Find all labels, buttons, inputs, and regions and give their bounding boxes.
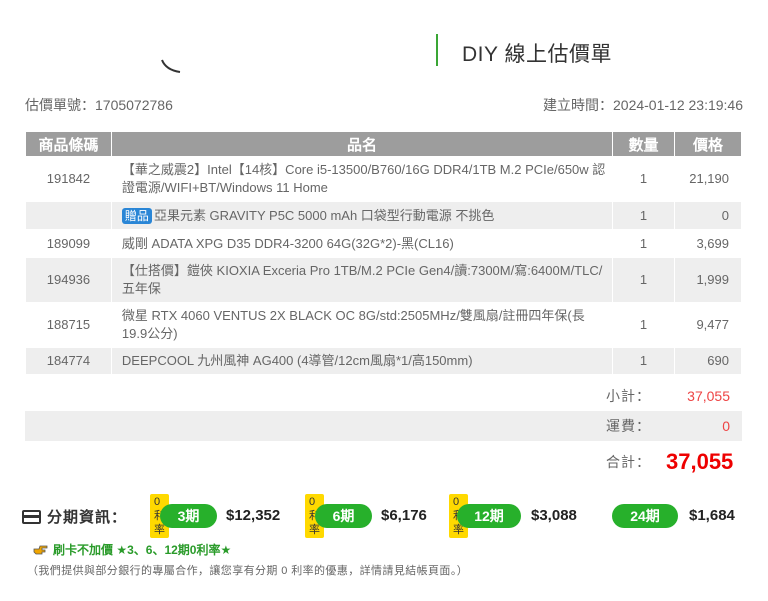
product-qty: 1 xyxy=(612,201,675,230)
subtotal-row: 小計： 37,055 xyxy=(25,381,742,411)
shipping-value: 0 xyxy=(722,418,730,434)
product-name-cell: 贈品 亞果元素 GRAVITY P5C 5000 mAh 口袋型行動電源 不挑色 xyxy=(110,201,614,230)
table-row: 189099 威剛 ADATA XPG D35 DDR4-3200 64G(32… xyxy=(25,229,743,258)
quote-number: 估價單號：1705072786 xyxy=(25,97,173,113)
table-header-row: 商品條碼 品名 數量 價格 xyxy=(25,131,743,157)
table-row: 184774 DEEPCOOL 九州風神 AG400 (4導管/12cm風扇*1… xyxy=(25,347,743,375)
product-code xyxy=(25,201,112,230)
shipping-row: 運費： 0 xyxy=(25,411,742,441)
product-price: 3,699 xyxy=(673,229,743,258)
col-header-name: 品名 xyxy=(110,131,614,157)
product-name[interactable]: DEEPCOOL 九州風神 AG400 (4導管/12cm風扇*1/高150mm… xyxy=(110,347,614,375)
subtotal-value: 37,055 xyxy=(687,388,730,404)
title-accent-bar xyxy=(436,34,438,66)
col-header-qty: 數量 xyxy=(612,131,675,157)
table-row: 191842 【華之威震2】Intel【14核】Core i5-13500/B7… xyxy=(25,156,743,202)
summary-block: 小計： 37,055 運費： 0 合計： 37,055 xyxy=(25,381,742,483)
product-code: 191842 xyxy=(25,156,112,202)
plan-amount: $12,352 xyxy=(226,507,281,524)
product-price: 1,999 xyxy=(673,257,743,303)
product-qty: 1 xyxy=(612,347,675,375)
col-header-price: 價格 xyxy=(673,131,743,157)
total-label: 合計： xyxy=(606,454,651,470)
plan-amount: $1,684 xyxy=(689,507,735,524)
header: DIY 線上估價單 xyxy=(0,0,768,80)
table-row: 188715 微星 RTX 4060 VENTUS 2X BLACK OC 8G… xyxy=(25,302,743,348)
product-qty: 1 xyxy=(612,229,675,258)
product-code: 184774 xyxy=(25,347,112,375)
product-price: 9,477 xyxy=(673,302,743,348)
product-qty: 1 xyxy=(612,257,675,303)
product-name[interactable]: 【華之威震2】Intel【14核】Core i5-13500/B760/16G … xyxy=(110,156,614,202)
total-value: 37,055 xyxy=(666,449,734,474)
installment-label-wrap: 分期資訊： xyxy=(22,506,127,527)
product-price: 690 xyxy=(673,347,743,375)
product-name[interactable]: 【仕搭價】鎧俠 KIOXIA Exceria Pro 1TB/M.2 PCIe … xyxy=(110,257,614,303)
installment-label: 分期資訊： xyxy=(47,509,128,526)
product-price: 0 xyxy=(673,201,743,230)
page-title: DIY 線上估價單 xyxy=(462,43,612,66)
table-row: 194936 【仕搭價】鎧俠 KIOXIA Exceria Pro 1TB/M.… xyxy=(25,257,743,303)
plan-period-pill[interactable]: 12期 xyxy=(457,504,521,528)
plan-amount: $6,176 xyxy=(381,507,427,524)
plan-period-pill[interactable]: 24期 xyxy=(612,504,678,528)
plan-period-pill[interactable]: 6期 xyxy=(315,504,372,528)
product-code: 194936 xyxy=(25,257,112,303)
shipping-label: 運費： xyxy=(606,418,651,434)
plan-amount: $3,088 xyxy=(531,507,577,524)
credit-card-icon xyxy=(22,509,41,524)
product-code: 189099 xyxy=(25,229,112,258)
gift-badge: 贈品 xyxy=(121,207,152,224)
product-price: 21,190 xyxy=(673,156,743,202)
product-qty: 1 xyxy=(612,302,675,348)
product-qty: 1 xyxy=(612,156,675,202)
subtotal-label: 小計： xyxy=(606,388,651,404)
installment-section: 分期資訊： 0利率 3期 $12,352 0利率 6期 $6,176 0利率 1… xyxy=(22,494,752,538)
product-code: 188715 xyxy=(25,302,112,348)
promo-line: 刷卡不加價 ★3、6、12期0利率★ xyxy=(33,541,231,558)
total-row: 合計： 37,055 xyxy=(25,441,742,483)
table-row: 贈品 亞果元素 GRAVITY P5C 5000 mAh 口袋型行動電源 不挑色 … xyxy=(25,201,743,230)
plan-period-pill[interactable]: 3期 xyxy=(160,504,217,528)
logo-mark xyxy=(161,59,181,73)
product-name[interactable]: 威剛 ADATA XPG D35 DDR4-3200 64G(32G*2)-黑(… xyxy=(110,229,614,258)
pointing-hand-icon xyxy=(33,545,48,554)
product-name[interactable]: 微星 RTX 4060 VENTUS 2X BLACK OC 8G/std:25… xyxy=(110,302,614,348)
created-time: 建立時間：2024-01-12 23:19:46 xyxy=(543,97,743,113)
product-name[interactable]: 亞果元素 GRAVITY P5C 5000 mAh 口袋型行動電源 不挑色 xyxy=(154,208,494,223)
promo-note: （我們提供與部分銀行的專屬合作，讓您享有分期 0 利率的優惠，詳情請見結帳頁面。… xyxy=(27,565,469,577)
col-header-code: 商品條碼 xyxy=(25,131,112,157)
promo-text: 刷卡不加價 ★3、6、12期0利率★ xyxy=(53,543,232,557)
quote-table: 商品條碼 品名 數量 價格 191842 【華之威震2】Intel【14核】Co… xyxy=(25,131,743,375)
